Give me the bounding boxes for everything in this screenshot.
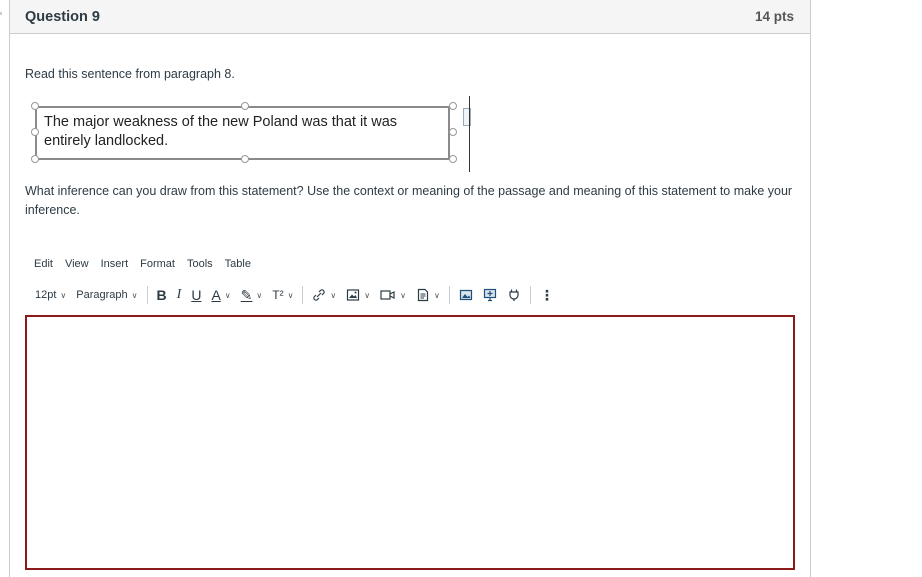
chevron-down-icon: ∨ <box>400 290 406 300</box>
superscript-icon: T² <box>272 288 284 302</box>
picture-icon <box>459 289 472 301</box>
toolbar-divider <box>302 286 304 304</box>
resize-handle[interactable] <box>31 128 39 136</box>
document-icon <box>417 288 429 302</box>
question-intro: Read this sentence from paragraph 8. <box>25 67 235 81</box>
italic-icon: I <box>176 287 182 302</box>
block-format-value: Paragraph <box>76 289 128 301</box>
menu-format[interactable]: Format <box>134 255 181 273</box>
chevron-down-icon: ∨ <box>330 290 337 300</box>
image-icon <box>347 289 360 301</box>
editor-menubar: Edit View Insert Format Tools Table <box>28 255 257 273</box>
superscript-button[interactable]: T² ∨ <box>267 284 298 306</box>
scroll-indicator <box>0 12 2 15</box>
quote-image[interactable]: The major weakness of the new Poland was… <box>25 100 457 163</box>
toolbar-divider <box>146 286 148 304</box>
bold-button[interactable]: B <box>152 284 172 306</box>
editor-toolbar: 12pt ∨ Paragraph ∨ B I U A ∨ ✎ ∨ T² ∨ ∨ … <box>30 283 800 307</box>
block-format-select[interactable]: Paragraph ∨ <box>71 284 142 306</box>
resize-handle[interactable] <box>449 102 457 110</box>
underline-icon: U <box>191 287 202 303</box>
insert-image-button[interactable] <box>454 284 478 306</box>
link-button[interactable]: ∨ <box>307 284 341 306</box>
resize-handle[interactable] <box>241 155 249 163</box>
image-button[interactable]: ∨ <box>341 284 375 306</box>
plug-icon <box>509 289 519 301</box>
resize-handle[interactable] <box>31 155 39 163</box>
underline-button[interactable]: U <box>186 284 206 306</box>
menu-view[interactable]: View <box>59 255 95 273</box>
toolbar-divider <box>529 286 531 304</box>
menu-edit[interactable]: Edit <box>28 255 59 273</box>
answer-editor[interactable] <box>25 315 795 570</box>
chevron-down-icon: ∨ <box>224 290 231 300</box>
apps-button[interactable] <box>478 284 502 306</box>
media-icon <box>380 290 395 300</box>
chevron-down-icon: ∨ <box>287 290 294 300</box>
menu-tools[interactable]: Tools <box>181 255 219 273</box>
apps-icon <box>483 288 496 302</box>
text-color-icon: A <box>211 287 221 303</box>
question-prompt: What inference can you draw from this st… <box>25 184 793 217</box>
more-icon: ⋮ <box>539 286 554 303</box>
link-icon <box>313 289 326 301</box>
resize-handle[interactable] <box>241 102 249 110</box>
menu-table[interactable]: Table <box>219 255 257 273</box>
chevron-down-icon: ∨ <box>364 290 371 300</box>
plugin-button[interactable] <box>502 284 526 306</box>
toolbar-divider <box>448 286 450 304</box>
chevron-down-icon: ∨ <box>256 290 263 300</box>
text-color-button[interactable]: A ∨ <box>206 284 235 306</box>
resize-handle[interactable] <box>449 155 457 163</box>
question-title: Question 9 <box>25 8 100 25</box>
italic-button[interactable]: I <box>172 284 187 306</box>
chevron-down-icon: ∨ <box>434 290 440 300</box>
bold-icon: B <box>156 287 167 303</box>
quote-text: The major weakness of the new Poland was… <box>35 106 450 160</box>
chevron-down-icon: ∨ <box>131 290 138 300</box>
resize-handle[interactable] <box>31 102 39 110</box>
text-cursor-line <box>469 96 470 172</box>
chevron-down-icon: ∨ <box>60 290 67 300</box>
resize-handle[interactable] <box>449 128 457 136</box>
font-size-select[interactable]: 12pt ∨ <box>30 284 71 306</box>
highlight-icon: ✎ <box>240 286 253 303</box>
more-button[interactable]: ⋮ <box>535 284 559 306</box>
question-card: Question 9 14 pts Read this sentence fro… <box>9 0 811 577</box>
question-points: 14 pts <box>754 9 794 24</box>
question-header: Question 9 14 pts <box>10 0 810 34</box>
menu-insert[interactable]: Insert <box>95 255 135 273</box>
font-size-value: 12pt <box>35 289 57 301</box>
media-button[interactable]: ∨ <box>375 284 411 306</box>
document-button[interactable]: ∨ <box>411 284 445 306</box>
highlight-button[interactable]: ✎ ∨ <box>236 284 268 306</box>
